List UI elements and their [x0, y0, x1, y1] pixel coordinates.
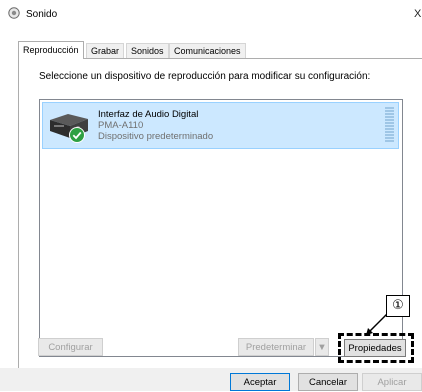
dialog-footer: [0, 368, 422, 391]
instruction-text: Seleccione un dispositivo de reproducció…: [39, 71, 371, 82]
device-model: PMA-A110: [98, 120, 144, 131]
device-item-selected[interactable]: Interfaz de Audio Digital PMA-A110 Dispo…: [42, 102, 399, 149]
tab-communications[interactable]: Comunicaciones: [169, 43, 246, 58]
cancel-button[interactable]: Cancelar: [298, 373, 358, 391]
callout-number: ①: [386, 295, 410, 317]
close-button[interactable]: X: [414, 8, 422, 20]
window-title: Sonido: [26, 9, 58, 20]
device-list[interactable]: Interfaz de Audio Digital PMA-A110 Dispo…: [39, 99, 403, 357]
properties-highlight: [338, 333, 414, 363]
configure-button[interactable]: Configurar: [38, 338, 103, 356]
tab-panel: Seleccione un dispositivo de reproducció…: [18, 58, 422, 370]
set-default-button[interactable]: Predeterminar: [238, 338, 314, 356]
accept-button[interactable]: Aceptar: [230, 373, 290, 391]
title-bar: Sonido X: [0, 0, 422, 28]
tab-sounds[interactable]: Sonidos: [126, 43, 169, 58]
level-meter: [385, 107, 394, 145]
tab-recording[interactable]: Grabar: [86, 43, 125, 58]
apply-button[interactable]: Aplicar: [362, 373, 422, 391]
speaker-icon: [8, 7, 20, 19]
set-default-dropdown-button[interactable]: ▼: [315, 338, 329, 356]
device-status: Dispositivo predeterminado: [98, 131, 214, 142]
device-name: Interfaz de Audio Digital: [98, 109, 199, 120]
check-icon: [69, 127, 85, 143]
tab-playback[interactable]: Reproducción: [18, 41, 84, 59]
